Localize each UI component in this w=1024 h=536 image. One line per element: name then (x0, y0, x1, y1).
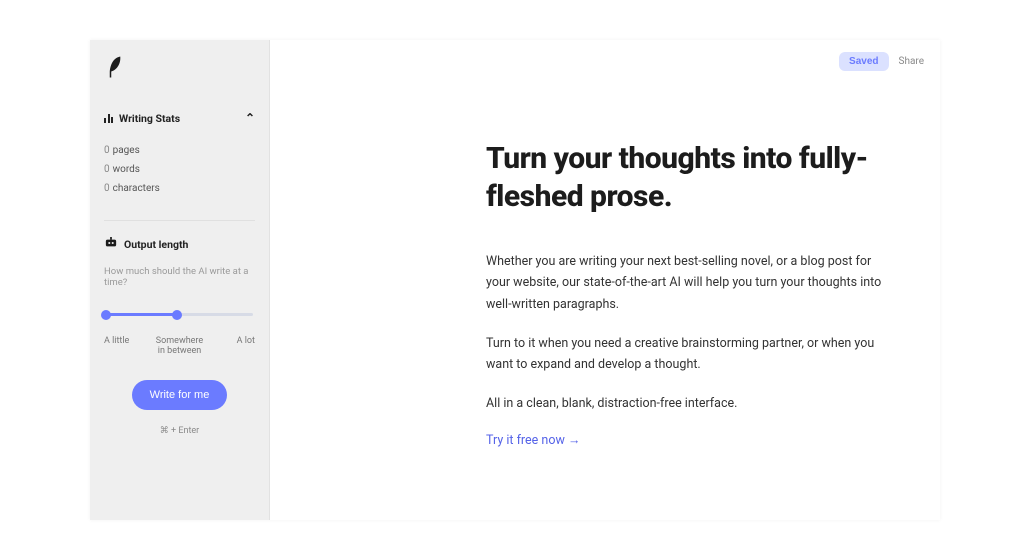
output-length-slider[interactable] (106, 308, 253, 320)
document-paragraph: Whether you are writing your next best-s… (486, 251, 886, 315)
divider (104, 220, 255, 221)
document[interactable]: Turn your thoughts into fully-fleshed pr… (486, 140, 906, 448)
sidebar: Writing Stats ⌃ 0pages 0words 0character… (90, 40, 270, 520)
robot-icon (104, 237, 118, 252)
document-title: Turn your thoughts into fully-fleshed pr… (486, 140, 906, 215)
topbar: Saved Share (839, 52, 924, 71)
slider-label-min: A little (104, 336, 154, 356)
output-length-label: Output length (124, 238, 188, 251)
writing-stats-header[interactable]: Writing Stats ⌃ (104, 111, 255, 125)
write-for-me-button[interactable]: Write for me (132, 380, 228, 410)
output-length-header[interactable]: Output length (104, 237, 255, 252)
stat-characters: 0characters (104, 179, 255, 198)
output-length-hint: How much should the AI write at a time? (104, 266, 255, 288)
document-paragraph: Turn to it when you need a creative brai… (486, 333, 886, 376)
saved-button[interactable]: Saved (839, 52, 888, 71)
feather-logo-icon (106, 54, 255, 83)
stat-words: 0words (104, 160, 255, 179)
share-link[interactable]: Share (899, 56, 924, 67)
stat-pages: 0pages (104, 141, 255, 160)
bar-chart-icon (104, 113, 113, 123)
chevron-up-icon: ⌃ (245, 111, 255, 125)
keyboard-shortcut-hint: ⌘ + Enter (104, 426, 255, 436)
slider-label-mid: Somewhere in between (155, 336, 205, 356)
slider-labels: A little Somewhere in between A lot (104, 336, 255, 356)
slider-label-max: A lot (205, 336, 255, 356)
document-paragraph: All in a clean, blank, distraction-free … (486, 393, 886, 414)
try-free-cta[interactable]: Try it free now → (486, 433, 906, 448)
stats-list: 0pages 0words 0characters (104, 141, 255, 198)
app-window: Writing Stats ⌃ 0pages 0words 0character… (90, 40, 940, 520)
editor-area[interactable]: Saved Share Turn your thoughts into full… (270, 40, 940, 520)
writing-stats-label: Writing Stats (119, 112, 180, 125)
